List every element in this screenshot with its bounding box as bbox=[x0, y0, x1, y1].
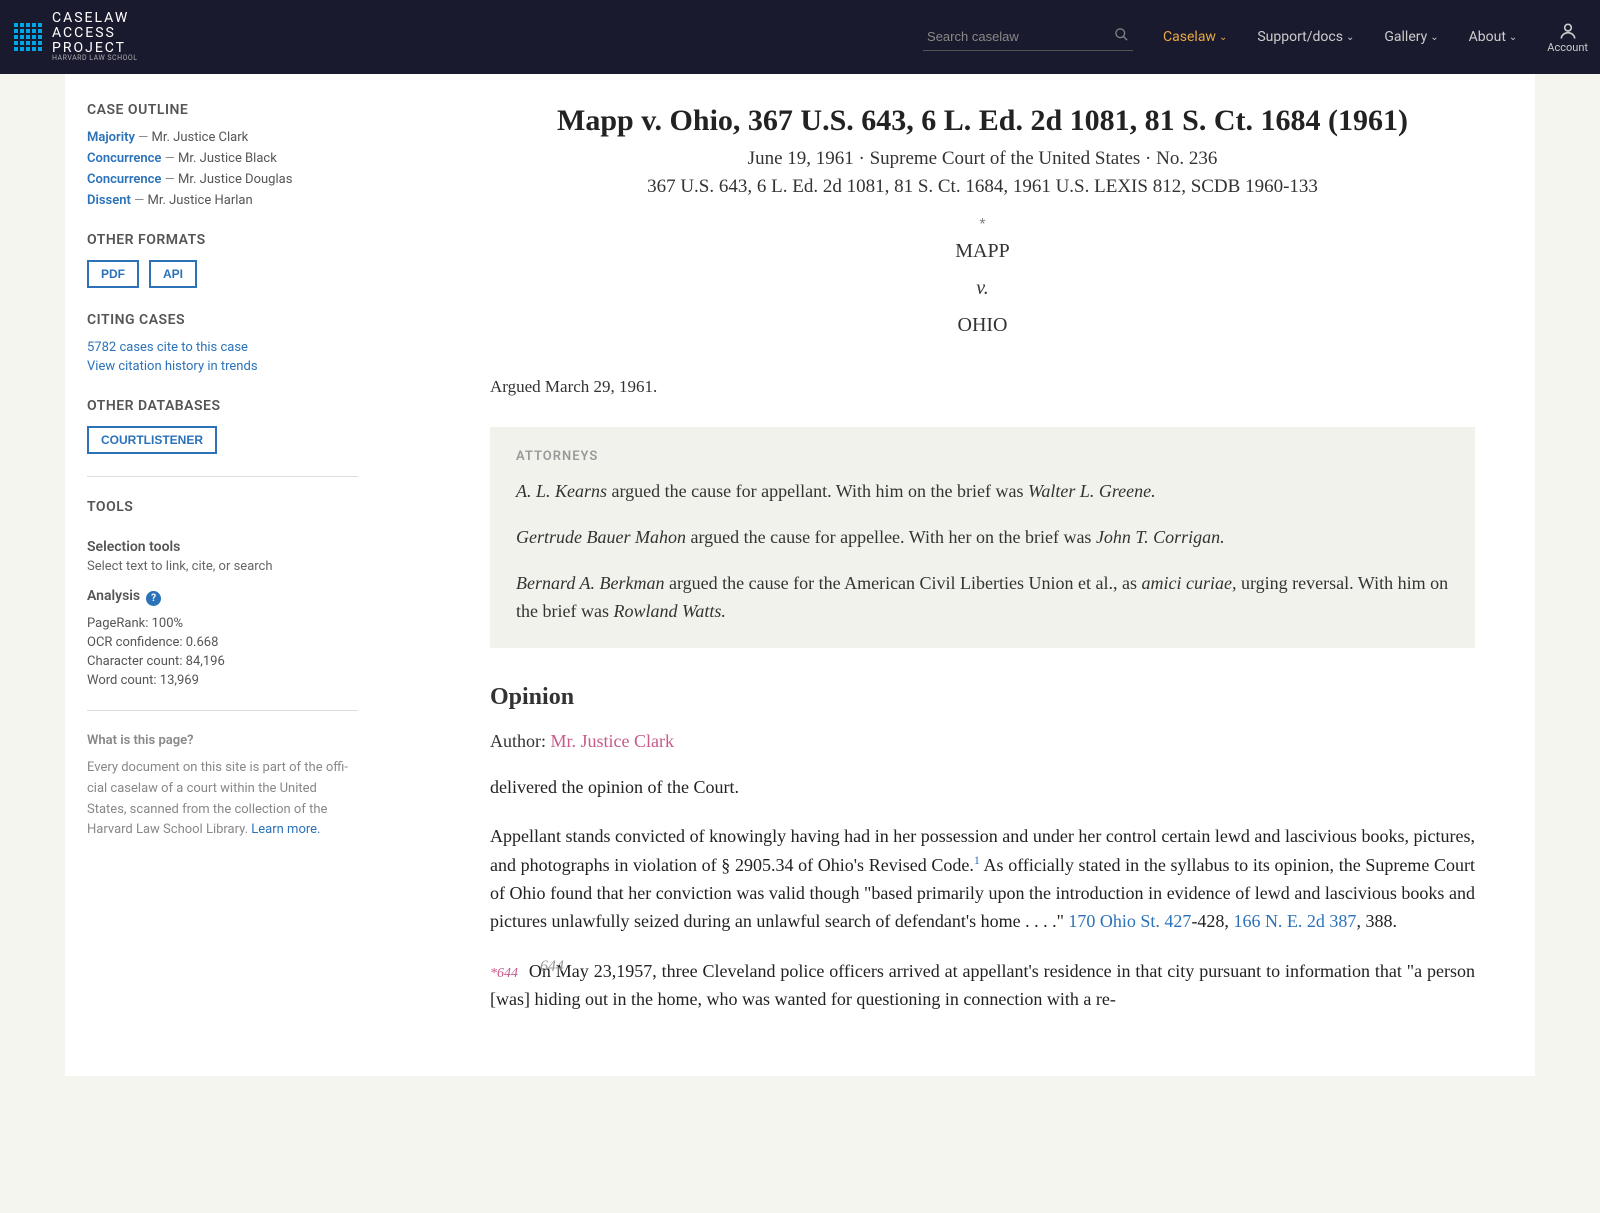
outline-heading: CASE OUTLINE bbox=[87, 102, 358, 118]
opinion-paragraph: *644 On May 23,1957, three Cleveland pol… bbox=[490, 958, 1475, 1014]
outline-item-concurrence: Concurrence — Mr. Justice Douglas bbox=[87, 172, 358, 187]
party-appellant: MAPP bbox=[490, 240, 1475, 263]
stat-chars: Character count: 84,196 bbox=[87, 654, 358, 669]
selection-tools-text: Select text to link, cite, or search bbox=[87, 559, 358, 574]
citing-heading: CITING CASES bbox=[87, 312, 358, 328]
account-link[interactable]: Account bbox=[1547, 21, 1588, 54]
info-icon[interactable]: ? bbox=[146, 591, 161, 606]
divider bbox=[87, 710, 358, 711]
chevron-down-icon: ⌄ bbox=[1430, 32, 1438, 43]
user-icon bbox=[1558, 21, 1578, 41]
page-number-inline: *644 bbox=[490, 966, 518, 981]
trends-link[interactable]: View citation history in trends bbox=[87, 359, 358, 374]
outline-link[interactable]: Concurrence bbox=[87, 151, 161, 166]
search-wrap bbox=[923, 23, 1133, 51]
attorney-entry: Bernard A. Berkman argued the cause for … bbox=[516, 570, 1449, 626]
pdf-button[interactable]: PDF bbox=[87, 260, 139, 288]
stat-ocr: OCR confidence: 0.668 bbox=[87, 635, 358, 650]
delivered-line: delivered the opinion of the Court. bbox=[490, 774, 1475, 802]
search-input[interactable] bbox=[923, 23, 1133, 51]
attorneys-heading: ATTORNEYS bbox=[516, 449, 1449, 464]
outline-link[interactable]: Concurrence bbox=[87, 172, 161, 187]
citation-link[interactable]: 170 Ohio St. 427 bbox=[1068, 911, 1191, 931]
divider bbox=[87, 476, 358, 477]
case-meta: June 19, 1961 · Supreme Court of the Uni… bbox=[490, 148, 1475, 170]
logo-icon bbox=[12, 21, 44, 53]
nav-caselaw[interactable]: Caselaw⌄ bbox=[1163, 29, 1227, 45]
attorneys-box: ATTORNEYS A. L. Kearns argued the cause … bbox=[490, 427, 1475, 648]
stat-words: Word count: 13,969 bbox=[87, 673, 358, 688]
logo[interactable]: CASELAW ACCESS PROJECT HARVARD LAW SCHOO… bbox=[12, 11, 138, 62]
databases-heading: OTHER DATABASES bbox=[87, 398, 358, 414]
nav-support[interactable]: Support/docs⌄ bbox=[1257, 29, 1354, 45]
nav-gallery[interactable]: Gallery⌄ bbox=[1384, 29, 1438, 45]
analysis-label: Analysis bbox=[87, 588, 140, 604]
top-header: CASELAW ACCESS PROJECT HARVARD LAW SCHOO… bbox=[0, 0, 1600, 74]
what-text: Every doc­u­ment on this site is part of… bbox=[87, 758, 358, 841]
page-number-margin: 644 bbox=[540, 958, 564, 976]
outline-item-dissent: Dissent — Mr. Justice Harlan bbox=[87, 193, 358, 208]
opinion-heading: Opinion bbox=[490, 684, 1475, 711]
case-citations: 367 U.S. 643, 6 L. Ed. 2d 1081, 81 S. Ct… bbox=[490, 176, 1475, 198]
outline-item-majority: Majority — Mr. Justice Clark bbox=[87, 130, 358, 145]
selection-tools-label: Selection tools bbox=[87, 539, 358, 555]
citation-link[interactable]: 166 N. E. 2d 387 bbox=[1233, 911, 1356, 931]
opinion-paragraph: Appellant stands convicted of knowingly … bbox=[490, 823, 1475, 936]
outline-link[interactable]: Majority bbox=[87, 130, 135, 145]
courtlistener-button[interactable]: COURTLISTENER bbox=[87, 426, 217, 454]
formats-heading: OTHER FORMATS bbox=[87, 232, 358, 248]
chevron-down-icon: ⌄ bbox=[1509, 32, 1517, 43]
author-line: Author: Mr. Justice Clark bbox=[490, 731, 1475, 752]
stat-pagerank: PageRank: 100% bbox=[87, 616, 358, 631]
versus: v. bbox=[490, 277, 1475, 300]
what-heading: What is this page? bbox=[87, 733, 358, 748]
case-content: Mapp v. Ohio, 367 U.S. 643, 6 L. Ed. 2d … bbox=[380, 74, 1535, 1076]
nav-about[interactable]: About⌄ bbox=[1469, 29, 1518, 45]
case-title: Mapp v. Ohio, 367 U.S. 643, 6 L. Ed. 2d … bbox=[490, 104, 1475, 138]
logo-text: CASELAW ACCESS PROJECT HARVARD LAW SCHOO… bbox=[52, 11, 138, 62]
citing-cases-link[interactable]: 5782 cases cite to this case bbox=[87, 340, 358, 355]
sidebar: CASE OUTLINE Majority — Mr. Justice Clar… bbox=[65, 74, 380, 1076]
api-button[interactable]: API bbox=[149, 260, 197, 288]
attorney-entry: Gertrude Bauer Mahon argued the cause fo… bbox=[516, 524, 1449, 552]
learn-more-link[interactable]: Learn more. bbox=[251, 822, 320, 837]
chevron-down-icon: ⌄ bbox=[1346, 32, 1354, 43]
star-separator: * bbox=[490, 216, 1475, 232]
outline-link[interactable]: Dissent bbox=[87, 193, 131, 208]
argued-date: Argued March 29, 1961. bbox=[490, 377, 1475, 397]
main-container: CASE OUTLINE Majority — Mr. Justice Clar… bbox=[65, 74, 1535, 1076]
author-link[interactable]: Mr. Justice Clark bbox=[551, 731, 675, 751]
outline-item-concurrence: Concurrence — Mr. Justice Black bbox=[87, 151, 358, 166]
search-icon[interactable] bbox=[1114, 27, 1129, 46]
chevron-down-icon: ⌄ bbox=[1219, 32, 1227, 43]
attorney-entry: A. L. Kearns argued the cause for appell… bbox=[516, 478, 1449, 506]
tools-heading: TOOLS bbox=[87, 499, 358, 515]
party-appellee: OHIO bbox=[490, 314, 1475, 337]
main-nav: Caselaw⌄ Support/docs⌄ Gallery⌄ About⌄ bbox=[1163, 29, 1517, 45]
